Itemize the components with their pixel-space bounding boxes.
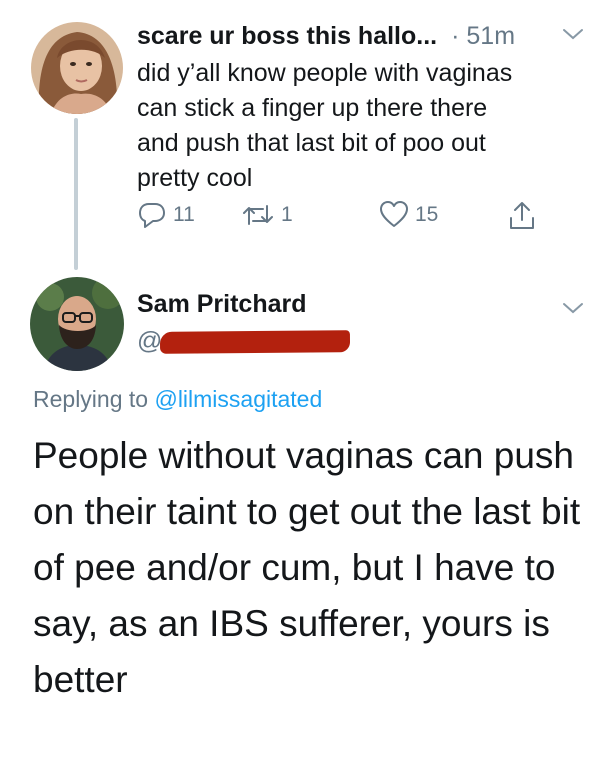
user-avatar-image — [31, 22, 123, 114]
handle-redaction-mark — [159, 330, 351, 354]
author-handle[interactable]: @ — [137, 327, 162, 356]
thread-connector-line — [74, 118, 78, 270]
tweet-timestamp[interactable]: · 51m — [451, 22, 515, 51]
heart-icon — [379, 200, 409, 230]
chevron-down-icon[interactable] — [561, 24, 585, 49]
reply-icon — [137, 200, 167, 230]
like-count: 15 — [415, 203, 439, 226]
tweet-text-line: say, as an IBS sufferer, yours is — [33, 603, 550, 644]
tweet-text-line: better — [33, 659, 128, 700]
tweet-text-line: did y’all know people with vaginas — [137, 59, 513, 87]
avatar[interactable] — [30, 277, 124, 371]
author-name[interactable]: Sam Pritchard — [137, 290, 307, 319]
tweet-text-line: pretty cool — [137, 164, 253, 192]
replying-to: Replying to @lilmissagitated — [33, 386, 322, 413]
tweet-text-line: of pee and/or cum, but I have to — [33, 547, 556, 588]
reply-count: 11 — [173, 203, 195, 226]
avatar[interactable] — [31, 22, 123, 114]
tweet-text-line: People without vaginas can push — [33, 435, 574, 476]
tweet-text-line: can stick a finger up there there — [137, 94, 488, 122]
tweet-text: did y’all know people with vaginas can s… — [137, 56, 587, 196]
replying-to-handle-link[interactable]: @lilmissagitated — [154, 386, 322, 412]
tweet-text: People without vaginas can push on their… — [33, 428, 593, 708]
like-button[interactable]: 15 — [379, 200, 438, 230]
author-name[interactable]: scare ur boss this hallo... — [137, 22, 437, 51]
share-button[interactable] — [507, 200, 537, 232]
tweet-actions: 11 1 15 — [137, 200, 557, 240]
retweet-icon — [241, 200, 275, 230]
share-icon — [507, 200, 537, 232]
tweet-header: scare ur boss this hallo... · 51m — [137, 18, 587, 54]
retweet-button[interactable]: 1 — [241, 200, 293, 230]
retweet-count: 1 — [281, 203, 293, 226]
tweet-text-line: and push that last bit of poo out — [137, 129, 486, 157]
user-avatar-image — [30, 277, 124, 371]
chevron-down-icon[interactable] — [561, 298, 585, 323]
replying-to-label: Replying to — [33, 386, 155, 412]
reply-button[interactable]: 11 — [137, 200, 195, 230]
tweet-text-line: on their taint to get out the last bit — [33, 491, 581, 532]
